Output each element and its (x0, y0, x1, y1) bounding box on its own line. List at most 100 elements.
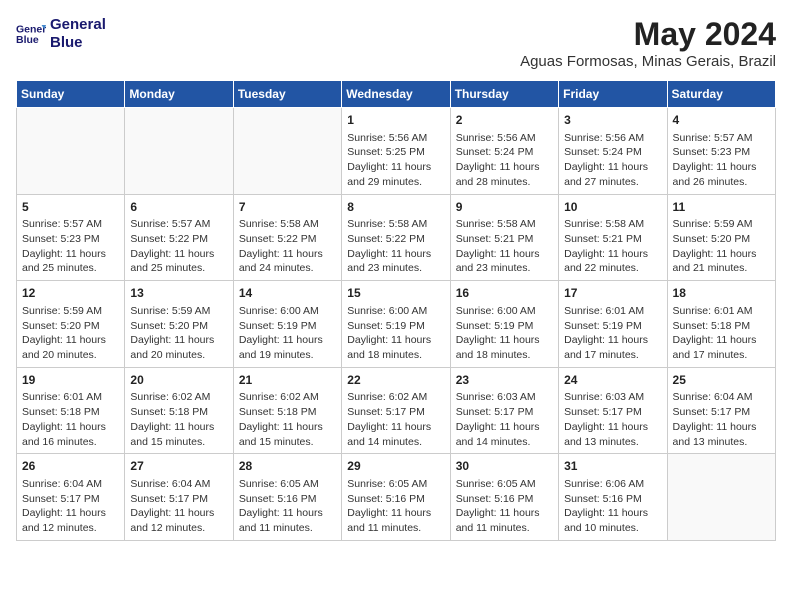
day-number: 3 (564, 112, 661, 129)
day-info: Sunrise: 5:58 AMSunset: 5:21 PMDaylight:… (456, 217, 553, 276)
day-number: 28 (239, 458, 336, 475)
calendar-day-cell: 1Sunrise: 5:56 AMSunset: 5:25 PMDaylight… (342, 108, 450, 195)
calendar-day-cell (17, 108, 125, 195)
day-number: 30 (456, 458, 553, 475)
calendar-day-cell: 27Sunrise: 6:04 AMSunset: 5:17 PMDayligh… (125, 454, 233, 541)
weekday-header-tuesday: Tuesday (233, 81, 341, 108)
weekday-header-monday: Monday (125, 81, 233, 108)
day-info: Sunrise: 6:03 AMSunset: 5:17 PMDaylight:… (564, 390, 661, 449)
day-info: Sunrise: 5:58 AMSunset: 5:22 PMDaylight:… (239, 217, 336, 276)
calendar-day-cell (667, 454, 775, 541)
day-number: 9 (456, 199, 553, 216)
day-number: 18 (673, 285, 770, 302)
calendar-day-cell: 19Sunrise: 6:01 AMSunset: 5:18 PMDayligh… (17, 367, 125, 454)
calendar-day-cell: 30 Sunrise: 6:05 AMSunset: 5:16 PMDayligh… (450, 454, 558, 541)
day-number: 8 (347, 199, 444, 216)
logo-icon: General Blue (16, 19, 46, 49)
calendar-day-cell: 8Sunrise: 5:58 AMSunset: 5:22 PMDaylight… (342, 194, 450, 281)
day-number: 5 (22, 199, 119, 216)
calendar-day-cell: 11Sunrise: 5:59 AMSunset: 5:20 PMDayligh… (667, 194, 775, 281)
day-number: 7 (239, 199, 336, 216)
month-year-title: May 2024 (520, 16, 776, 53)
day-number: 17 (564, 285, 661, 302)
day-number: 23 (456, 372, 553, 389)
weekday-header-thursday: Thursday (450, 81, 558, 108)
day-number: 20 (130, 372, 227, 389)
location-subtitle: Aguas Formosas, Minas Gerais, Brazil (520, 53, 776, 70)
weekday-header-saturday: Saturday (667, 81, 775, 108)
calendar-day-cell: 25Sunrise: 6:04 AMSunset: 5:17 PMDayligh… (667, 367, 775, 454)
day-info: Sunrise: 6:04 AMSunset: 5:17 PMDaylight:… (673, 390, 770, 449)
day-info: Sunrise: 6:04 AMSunset: 5:17 PMDaylight:… (22, 477, 119, 536)
day-info: Sunrise: 5:59 AMSunset: 5:20 PMDaylight:… (673, 217, 770, 276)
day-number: 2 (456, 112, 553, 129)
day-number: 14 (239, 285, 336, 302)
day-info: Sunrise: 6:03 AMSunset: 5:17 PMDaylight:… (456, 390, 553, 449)
calendar-day-cell (125, 108, 233, 195)
calendar-day-cell: 23Sunrise: 6:03 AMSunset: 5:17 PMDayligh… (450, 367, 558, 454)
day-number: 6 (130, 199, 227, 216)
logo-text: General Blue (50, 16, 106, 52)
calendar-day-cell: 6Sunrise: 5:57 AMSunset: 5:22 PMDaylight… (125, 194, 233, 281)
calendar-day-cell: 28 Sunrise: 6:05 AMSunset: 5:16 PMDayligh… (233, 454, 341, 541)
day-info: Sunrise: 6:00 AMSunset: 5:19 PMDaylight:… (239, 304, 336, 363)
day-number: 15 (347, 285, 444, 302)
day-info: Sunrise: 5:58 AMSunset: 5:22 PMDaylight:… (347, 217, 444, 276)
day-number: 19 (22, 372, 119, 389)
calendar-day-cell: 2 Sunrise: 5:56 AMSunset: 5:24 PMDaylight… (450, 108, 558, 195)
calendar-day-cell: 21Sunrise: 6:02 AMSunset: 5:18 PMDayligh… (233, 367, 341, 454)
day-info: Sunrise: 6:00 AMSunset: 5:19 PMDaylight:… (456, 304, 553, 363)
day-info: Sunrise: 6:02 AMSunset: 5:18 PMDaylight:… (239, 390, 336, 449)
calendar-week-row: 19Sunrise: 6:01 AMSunset: 5:18 PMDayligh… (17, 367, 776, 454)
calendar-day-cell: 24Sunrise: 6:03 AMSunset: 5:17 PMDayligh… (559, 367, 667, 454)
day-number: 31 (564, 458, 661, 475)
calendar-day-cell: 10Sunrise: 5:58 AMSunset: 5:21 PMDayligh… (559, 194, 667, 281)
day-number: 10 (564, 199, 661, 216)
day-number: 29 (347, 458, 444, 475)
day-info: Sunrise: 6:01 AMSunset: 5:18 PMDaylight:… (22, 390, 119, 449)
day-info: Sunrise: 6:02 AMSunset: 5:18 PMDaylight:… (130, 390, 227, 449)
calendar-week-row: 26 Sunrise: 6:04 AMSunset: 5:17 PMDayligh… (17, 454, 776, 541)
calendar-day-cell: 7Sunrise: 5:58 AMSunset: 5:22 PMDaylight… (233, 194, 341, 281)
calendar-table: SundayMondayTuesdayWednesdayThursdayFrid… (16, 80, 776, 541)
svg-text:Blue: Blue (16, 34, 39, 46)
day-info: Sunrise: 6:02 AMSunset: 5:17 PMDaylight:… (347, 390, 444, 449)
day-info: Sunrise: 5:59 AMSunset: 5:20 PMDaylight:… (130, 304, 227, 363)
weekday-header-sunday: Sunday (17, 81, 125, 108)
calendar-day-cell: 4 Sunrise: 5:57 AMSunset: 5:23 PMDaylight… (667, 108, 775, 195)
day-number: 24 (564, 372, 661, 389)
day-number: 26 (22, 458, 119, 475)
day-number: 4 (673, 112, 770, 129)
day-info: Sunrise: 5:57 AMSunset: 5:23 PMDaylight:… (673, 131, 770, 190)
day-number: 1 (347, 112, 444, 129)
calendar-day-cell: 17 Sunrise: 6:01 AMSunset: 5:19 PMDayligh… (559, 281, 667, 368)
day-number: 11 (673, 199, 770, 216)
day-info: Sunrise: 6:05 AMSunset: 5:16 PMDaylight:… (456, 477, 553, 536)
calendar-day-cell: 29Sunrise: 6:05 AMSunset: 5:16 PMDayligh… (342, 454, 450, 541)
calendar-week-row: 12 Sunrise: 5:59 AMSunset: 5:20 PMDayligh… (17, 281, 776, 368)
logo: General Blue General Blue (16, 16, 106, 52)
weekday-header-wednesday: Wednesday (342, 81, 450, 108)
day-info: Sunrise: 6:01 AMSunset: 5:19 PMDaylight:… (564, 304, 661, 363)
day-info: Sunrise: 5:57 AMSunset: 5:23 PMDaylight:… (22, 217, 119, 276)
day-info: Sunrise: 6:01 AMSunset: 5:18 PMDaylight:… (673, 304, 770, 363)
day-info: Sunrise: 5:56 AMSunset: 5:24 PMDaylight:… (456, 131, 553, 190)
day-info: Sunrise: 6:05 AMSunset: 5:16 PMDaylight:… (239, 477, 336, 536)
calendar-day-cell (233, 108, 341, 195)
day-info: Sunrise: 6:06 AMSunset: 5:16 PMDaylight:… (564, 477, 661, 536)
calendar-day-cell: 9Sunrise: 5:58 AMSunset: 5:21 PMDaylight… (450, 194, 558, 281)
calendar-day-cell: 12Sunrise: 5:59 AMSunset: 5:20 PMDayligh… (17, 281, 125, 368)
calendar-day-cell: 14 Sunrise: 6:00 AMSunset: 5:19 PMDayligh… (233, 281, 341, 368)
day-number: 12 (22, 285, 119, 302)
calendar-day-cell: 26 Sunrise: 6:04 AMSunset: 5:17 PMDayligh… (17, 454, 125, 541)
calendar-day-cell: 13 Sunrise: 5:59 AMSunset: 5:20 PMDayligh… (125, 281, 233, 368)
calendar-week-row: 1Sunrise: 5:56 AMSunset: 5:25 PMDaylight… (17, 108, 776, 195)
calendar-week-row: 5Sunrise: 5:57 AMSunset: 5:23 PMDaylight… (17, 194, 776, 281)
day-info: Sunrise: 5:58 AMSunset: 5:21 PMDaylight:… (564, 217, 661, 276)
calendar-day-cell: 16 Sunrise: 6:00 AMSunset: 5:19 PMDayligh… (450, 281, 558, 368)
day-number: 25 (673, 372, 770, 389)
day-number: 22 (347, 372, 444, 389)
calendar-day-cell: 31 Sunrise: 6:06 AMSunset: 5:16 PMDayligh… (559, 454, 667, 541)
day-number: 16 (456, 285, 553, 302)
day-number: 13 (130, 285, 227, 302)
